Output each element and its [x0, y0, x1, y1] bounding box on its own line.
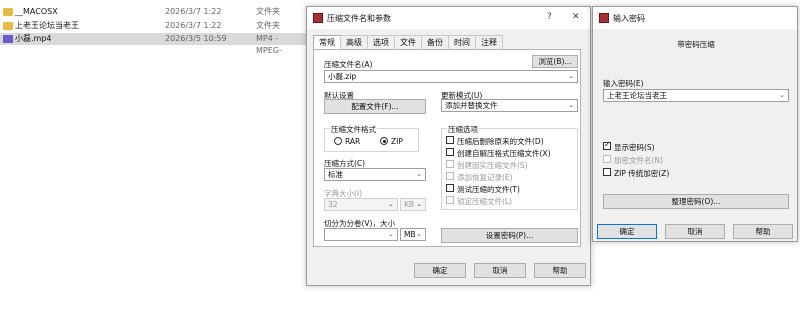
- file-row-macosx[interactable]: __MACOSX 2026/3/7 1:22 文件夹: [0, 6, 306, 18]
- profiles-button[interactable]: 配置文件(F)...: [324, 99, 426, 114]
- format-zip-label: ZIP: [391, 137, 403, 146]
- tab-time[interactable]: 时间: [448, 35, 476, 49]
- file-name: 上老王论坛当老王: [15, 21, 79, 30]
- archive-name-value: 小磊.zip: [328, 72, 357, 81]
- dict-unit-value: KB: [404, 200, 415, 209]
- cancel-button[interactable]: 取消: [474, 263, 526, 278]
- options-group-label: 压缩选项: [447, 124, 479, 135]
- video-file-icon: [3, 35, 13, 43]
- chevron-down-icon[interactable]: ⌄: [568, 71, 574, 82]
- split-unit-select[interactable]: MB ⌄: [400, 228, 426, 241]
- lock-label: 锁定压缩文件(L): [457, 197, 513, 206]
- password-dialog: 输入密码 带密码压缩 输入密码(E) 上老王论坛当老王 ⌄ 显示密码(S) 加密…: [592, 6, 798, 242]
- dict-unit-select: KB ⌄: [400, 198, 426, 211]
- test-checkbox[interactable]: [446, 184, 454, 192]
- folder-icon: [3, 22, 13, 30]
- file-row-folder[interactable]: 上老王论坛当老王 2026/3/7 1:22 文件夹: [0, 20, 306, 32]
- winrar-icon: [599, 13, 609, 23]
- password-titlebar: 输入密码: [593, 7, 797, 29]
- file-name: __MACOSX: [15, 7, 58, 16]
- split-size-combo[interactable]: ⌄: [324, 228, 398, 241]
- archive-name-label: 压缩文件名(A): [324, 60, 373, 69]
- tab-advanced[interactable]: 高级: [340, 35, 368, 49]
- password-label: 输入密码(E): [603, 79, 644, 88]
- chevron-down-icon[interactable]: ⌄: [568, 100, 574, 111]
- show-password-label: 显示密码(S): [614, 143, 655, 152]
- update-mode-select[interactable]: 添加并替换文件 ⌄: [441, 99, 578, 112]
- solid-label: 创建固实压缩文件(S): [457, 161, 528, 170]
- encrypt-names-checkbox: [603, 155, 611, 163]
- file-type: 文件夹: [256, 21, 280, 30]
- browse-button[interactable]: 浏览(B)...: [532, 55, 578, 68]
- dict-select: 32 ⌄: [324, 198, 398, 211]
- password-heading: 带密码压缩: [677, 40, 715, 49]
- tab-options[interactable]: 选项: [367, 35, 395, 49]
- winrar-icon: [313, 13, 323, 23]
- format-rar-radio[interactable]: [334, 137, 342, 145]
- lock-checkbox: [446, 196, 454, 204]
- password-cancel-button[interactable]: 取消: [665, 224, 725, 239]
- split-unit-value: MB: [404, 230, 416, 239]
- show-password-checkbox[interactable]: [603, 140, 611, 150]
- file-date: 2026/3/7 1:22: [165, 7, 222, 16]
- dialog-title: 压缩文件名和参数: [327, 14, 391, 23]
- test-label: 测试压缩的文件(T): [457, 185, 520, 194]
- encrypt-names-label: 加密文件名(N): [614, 156, 663, 165]
- dict-value: 32: [328, 200, 338, 209]
- help-button[interactable]: 帮助: [534, 263, 586, 278]
- file-date: 2026/3/7 1:22: [165, 21, 222, 30]
- tab-general[interactable]: 常规: [313, 35, 341, 50]
- recovery-checkbox: [446, 172, 454, 180]
- chevron-down-icon: ⌄: [388, 200, 394, 208]
- chevron-down-icon[interactable]: ⌄: [779, 90, 785, 101]
- format-group-label: 压缩文件格式: [330, 124, 377, 135]
- sfx-checkbox[interactable]: [446, 148, 454, 156]
- tab-comment[interactable]: 注释: [475, 35, 503, 49]
- tab-bar: 常规 高级 选项 文件 备份 时间 注释: [313, 35, 503, 50]
- password-value: 上老王论坛当老王: [607, 91, 667, 100]
- help-icon[interactable]: ?: [547, 12, 552, 22]
- method-select[interactable]: 标准 ⌄: [324, 168, 426, 181]
- organize-passwords-button[interactable]: 整理密码(O)...: [603, 194, 789, 209]
- sfx-label: 创建自解压格式压缩文件(X): [457, 149, 551, 158]
- file-type: MP4 - MPEG-: [256, 34, 282, 55]
- chevron-down-icon[interactable]: ⌄: [416, 229, 422, 240]
- chevron-down-icon: ⌄: [416, 200, 422, 208]
- password-ok-button[interactable]: 确定: [597, 224, 657, 239]
- delete-after-checkbox[interactable]: [446, 136, 454, 144]
- zip-legacy-checkbox[interactable]: [603, 168, 611, 176]
- file-explorer-list: __MACOSX 2026/3/7 1:22 文件夹 上老王论坛当老王 2026…: [0, 0, 306, 55]
- zip-legacy-label: ZIP 传统加密(Z): [614, 169, 670, 178]
- file-type: 文件夹: [256, 7, 280, 16]
- password-input[interactable]: 上老王论坛当老王 ⌄: [603, 89, 789, 102]
- folder-icon: [3, 8, 13, 16]
- update-mode-value: 添加并替换文件: [445, 101, 498, 110]
- close-icon[interactable]: ✕: [572, 12, 580, 22]
- format-zip-radio[interactable]: [380, 137, 388, 145]
- tab-backup[interactable]: 备份: [421, 35, 449, 49]
- solid-checkbox: [446, 160, 454, 168]
- file-row-mp4[interactable]: 小磊.mp4 2026/3/5 10:59 MP4 - MPEG-: [0, 33, 306, 55]
- format-rar-label: RAR: [345, 137, 361, 146]
- archive-dialog: 压缩文件名和参数 ? ✕ 常规 高级 选项 文件 备份 时间 注释 压缩文件名(…: [306, 6, 591, 286]
- general-tab-panel: 压缩文件名(A) 浏览(B)... 小磊.zip ⌄ 默认设置 配置文件(F).…: [313, 49, 581, 247]
- set-password-button[interactable]: 设置密码(P)...: [441, 228, 578, 243]
- file-date: 2026/3/5 10:59: [165, 34, 227, 43]
- delete-after-label: 压缩后删除原来的文件(D): [457, 137, 544, 146]
- dialog-titlebar: 压缩文件名和参数 ? ✕: [307, 7, 590, 29]
- method-value: 标准: [328, 170, 343, 179]
- chevron-down-icon[interactable]: ⌄: [388, 229, 394, 240]
- password-dialog-title: 输入密码: [613, 14, 645, 23]
- archive-name-combo[interactable]: 小磊.zip ⌄: [324, 70, 578, 83]
- password-help-button[interactable]: 帮助: [733, 224, 793, 239]
- ok-button[interactable]: 确定: [414, 263, 466, 278]
- recovery-label: 添加恢复记录(E): [457, 173, 513, 182]
- chevron-down-icon[interactable]: ⌄: [416, 169, 422, 180]
- tab-files[interactable]: 文件: [394, 35, 422, 49]
- file-name: 小磊.mp4: [15, 34, 52, 43]
